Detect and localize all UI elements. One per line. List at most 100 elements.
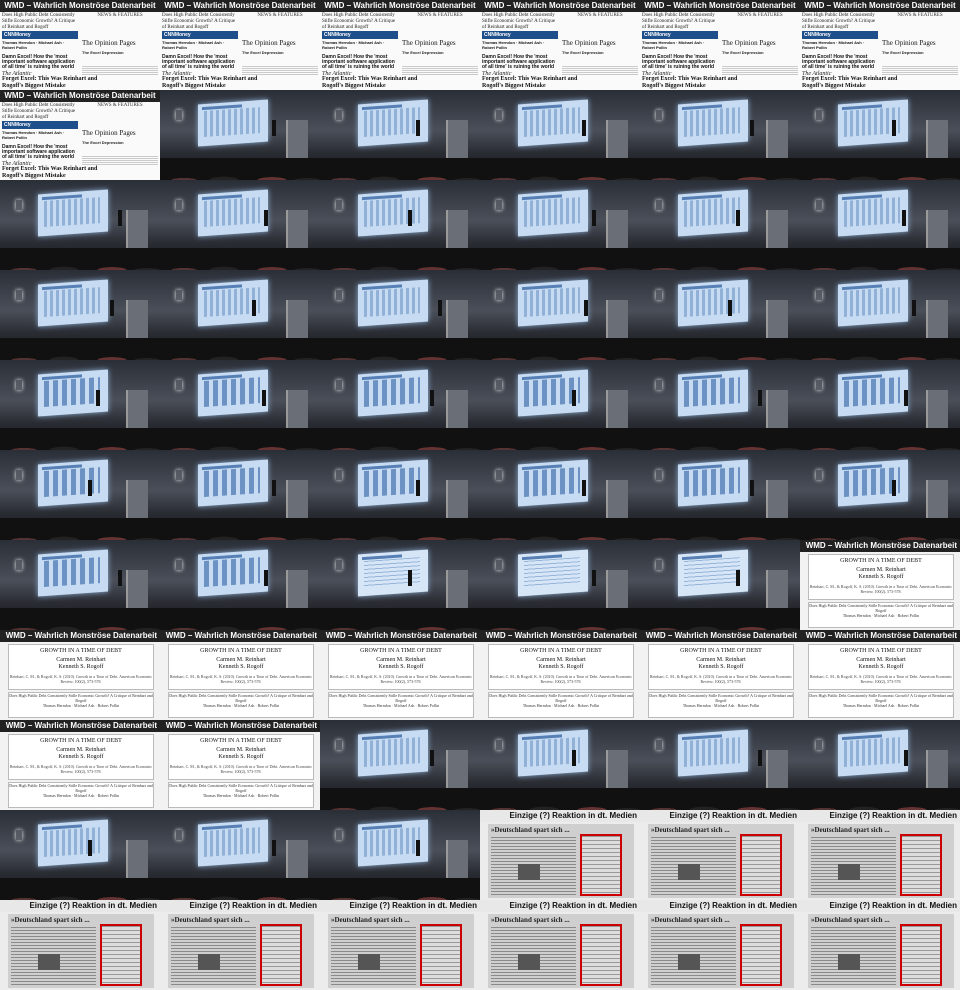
lecture-photo-thumbnail[interactable]: [800, 90, 960, 180]
slide-title-thumbnail[interactable]: WMD – Wahrlich Monströse Datenarbeit GRO…: [800, 630, 960, 720]
lecture-photo-thumbnail[interactable]: [320, 90, 480, 180]
lab-equipment: [126, 480, 148, 518]
slide-title-thumbnail[interactable]: WMD – Wahrlich Monströse Datenarbeit GRO…: [800, 540, 960, 630]
projected-content: [524, 557, 580, 588]
lecture-photo-thumbnail[interactable]: [320, 540, 480, 630]
lecture-photo-thumbnail[interactable]: [480, 540, 640, 630]
slide-title-thumbnail[interactable]: WMD – Wahrlich Monströse Datenarbeit GRO…: [320, 630, 480, 720]
slide-news-thumbnail[interactable]: Einzige (?) Reaktion in dt. Medien »Deut…: [320, 900, 480, 990]
lecture-photo-thumbnail[interactable]: [0, 180, 160, 270]
audience-heads: [0, 428, 160, 450]
lecture-photo-thumbnail[interactable]: [640, 180, 800, 270]
slide-clippings-thumbnail[interactable]: WMD – Wahrlich Monströse Datenarbeit Doe…: [640, 0, 800, 90]
lecture-photo-thumbnail[interactable]: [480, 360, 640, 450]
lecture-photo-thumbnail[interactable]: [640, 270, 800, 360]
speaker-figure: [408, 210, 412, 226]
slide-title-thumbnail[interactable]: WMD – Wahrlich Monströse Datenarbeit GRO…: [640, 630, 800, 720]
paper-heading: GROWTH IN A TIME OF DEBT: [520, 648, 602, 654]
slide-clippings-thumbnail[interactable]: WMD – Wahrlich Monströse Datenarbeit Doe…: [800, 0, 960, 90]
slide-news-thumbnail[interactable]: Einzige (?) Reaktion in dt. Medien »Deut…: [480, 900, 640, 990]
lecture-photo-thumbnail[interactable]: [640, 90, 800, 180]
slide-news-thumbnail[interactable]: Einzige (?) Reaktion in dt. Medien »Deut…: [0, 900, 160, 990]
lecture-photo-thumbnail[interactable]: [800, 180, 960, 270]
slide-title-thumbnail[interactable]: WMD – Wahrlich Monströse Datenarbeit GRO…: [480, 630, 640, 720]
slide-title-thumbnail[interactable]: WMD – Wahrlich Monströse Datenarbeit GRO…: [160, 720, 320, 810]
lecture-photo-thumbnail[interactable]: [480, 450, 640, 540]
highlight-frame: [420, 924, 462, 986]
lecture-photo-thumbnail[interactable]: [320, 450, 480, 540]
lecture-photo-thumbnail[interactable]: [320, 360, 480, 450]
lecture-photo-thumbnail[interactable]: [800, 360, 960, 450]
slide-title-thumbnail[interactable]: WMD – Wahrlich Monströse Datenarbeit GRO…: [0, 630, 160, 720]
lab-equipment: [766, 390, 788, 428]
lecture-photo-thumbnail[interactable]: [480, 180, 640, 270]
speaker-figure: [110, 300, 114, 316]
lecture-photo-thumbnail[interactable]: [160, 360, 320, 450]
newspaper-page: »Deutschland spart sich ...: [168, 914, 314, 988]
newspaper-slide-body: »Deutschland spart sich ...: [160, 912, 320, 990]
lecture-photo-thumbnail[interactable]: [800, 720, 960, 810]
lecture-photo-thumbnail[interactable]: [160, 450, 320, 540]
lecture-photo-thumbnail[interactable]: [480, 90, 640, 180]
opinion-headline: The Excel Depression: [242, 50, 284, 55]
lecture-photo-thumbnail[interactable]: [0, 810, 160, 900]
lecture-photo-thumbnail[interactable]: [320, 180, 480, 270]
clippings-collage: Does High Public Debt Consistently Stifl…: [800, 12, 960, 90]
article-text-lines: [242, 66, 318, 76]
slide-clippings-thumbnail[interactable]: WMD – Wahrlich Monströse Datenarbeit Doe…: [0, 90, 160, 180]
lecture-photo-thumbnail[interactable]: [800, 270, 960, 360]
audience-heads: [160, 158, 320, 180]
lecture-photo-thumbnail[interactable]: [160, 810, 320, 900]
title-slide-body: GROWTH IN A TIME OF DEBT Carmen M. Reinh…: [800, 642, 960, 720]
lecture-photo-thumbnail[interactable]: [480, 720, 640, 810]
projected-content: [684, 467, 740, 498]
lecture-photo-thumbnail[interactable]: [160, 90, 320, 180]
audience-heads: [0, 248, 160, 270]
slide-news-thumbnail[interactable]: Einzige (?) Reaktion in dt. Medien »Deut…: [800, 810, 960, 900]
lecture-photo-thumbnail[interactable]: [320, 810, 480, 900]
projected-content: [684, 557, 740, 588]
slide-news-thumbnail[interactable]: Einzige (?) Reaktion in dt. Medien »Deut…: [480, 810, 640, 900]
projection-screen: [678, 459, 748, 507]
lecture-photo-thumbnail[interactable]: [480, 270, 640, 360]
lecture-photo-thumbnail[interactable]: [640, 720, 800, 810]
critique-authors: Thomas Herndon · Michael Ash · Robert Po…: [42, 703, 120, 708]
slide-clippings-thumbnail[interactable]: WMD – Wahrlich Monströse Datenarbeit Doe…: [320, 0, 480, 90]
projected-content: [844, 377, 900, 408]
slide-title-thumbnail[interactable]: WMD – Wahrlich Monströse Datenarbeit GRO…: [160, 630, 320, 720]
projection-screen: [678, 729, 748, 777]
slide-title-thumbnail[interactable]: WMD – Wahrlich Monströse Datenarbeit GRO…: [0, 720, 160, 810]
slide-news-thumbnail[interactable]: Einzige (?) Reaktion in dt. Medien »Deut…: [160, 900, 320, 990]
ceiling-light: [496, 380, 502, 390]
lecture-photo-thumbnail[interactable]: [320, 270, 480, 360]
slide-news-thumbnail[interactable]: Einzige (?) Reaktion in dt. Medien »Deut…: [640, 810, 800, 900]
slide-news-thumbnail[interactable]: Einzige (?) Reaktion in dt. Medien »Deut…: [640, 900, 800, 990]
lecture-photo-thumbnail[interactable]: [640, 360, 800, 450]
opinion-headline: The Excel Depression: [722, 50, 764, 55]
speaker-figure: [416, 120, 420, 136]
lecture-photo-thumbnail[interactable]: [640, 540, 800, 630]
lecture-photo-thumbnail[interactable]: [160, 180, 320, 270]
slide-clippings-thumbnail[interactable]: WMD – Wahrlich Monströse Datenarbeit Doe…: [0, 0, 160, 90]
audience-heads: [640, 788, 800, 810]
clipping-paper-title: Does High Public Debt Consistently Stifl…: [482, 13, 556, 30]
lecture-photo-thumbnail[interactable]: [0, 270, 160, 360]
lab-equipment: [446, 390, 468, 428]
projection-screen: [678, 279, 748, 327]
lecture-photo-thumbnail[interactable]: [160, 270, 320, 360]
slide-clippings-thumbnail[interactable]: WMD – Wahrlich Monströse Datenarbeit Doe…: [160, 0, 320, 90]
lecture-photo-thumbnail[interactable]: [640, 450, 800, 540]
lecture-photo-thumbnail[interactable]: [0, 540, 160, 630]
speaker-figure: [582, 120, 586, 136]
ceiling-light: [176, 560, 182, 570]
lecture-photo-thumbnail[interactable]: [320, 720, 480, 810]
projection-screen: [38, 459, 108, 507]
lecture-photo-thumbnail[interactable]: [160, 540, 320, 630]
lecture-photo-thumbnail[interactable]: [0, 450, 160, 540]
lecture-photo-thumbnail[interactable]: [800, 450, 960, 540]
lecture-photo-thumbnail[interactable]: [0, 360, 160, 450]
paper-heading: GROWTH IN A TIME OF DEBT: [40, 648, 122, 654]
slide-news-thumbnail[interactable]: Einzige (?) Reaktion in dt. Medien »Deut…: [800, 900, 960, 990]
speaker-figure: [592, 210, 596, 226]
slide-clippings-thumbnail[interactable]: WMD – Wahrlich Monströse Datenarbeit Doe…: [480, 0, 640, 90]
